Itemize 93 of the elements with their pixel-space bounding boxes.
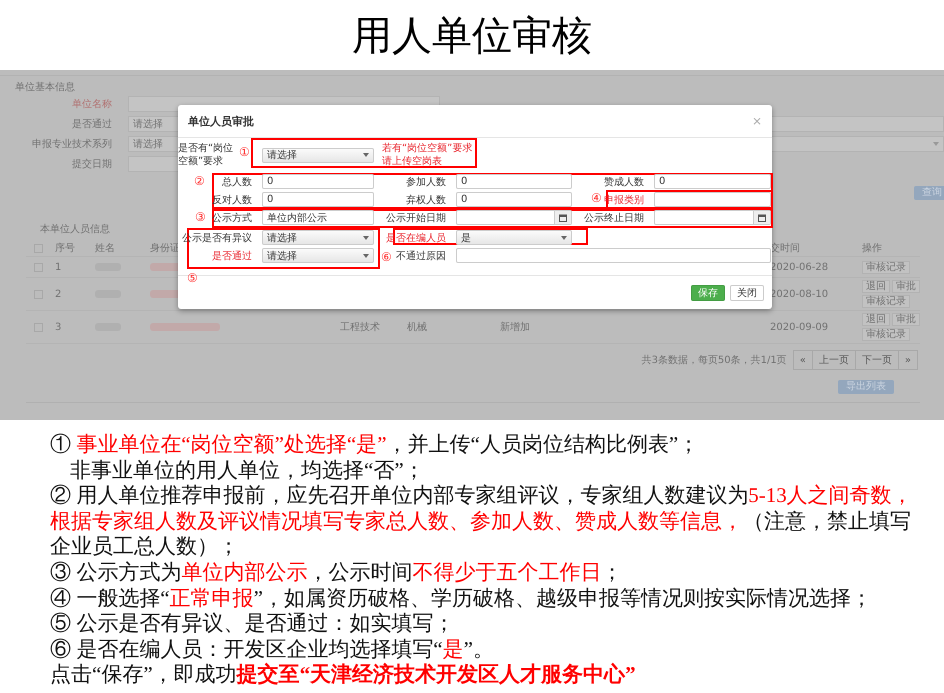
field-label: 弃权人数 — [406, 194, 446, 206]
field-value: 请选择 — [267, 148, 298, 162]
section-title: 单位基本信息 — [15, 80, 75, 94]
instruction-text: ③ 公示方式为单位内部公示，公示时间不得少于五个工作日； — [50, 560, 622, 586]
field-value: 单位内部公示 — [267, 212, 328, 224]
instruction-text: ④ 一般选择“正常申报”，如属资历破格、学历破格、越级申报等情况则按实际情况选择； — [50, 586, 872, 612]
field-value: 请选择 — [267, 250, 298, 262]
caret-icon — [561, 236, 567, 240]
select-field[interactable]: 请选择 — [262, 230, 374, 245]
field-value: 0 — [659, 176, 666, 187]
field-label: 单位名称 — [72, 98, 112, 111]
instruction-text: ⑥ 是否在编人员：开发区企业均选择填写“是”。 — [50, 636, 494, 662]
instruction-text: 根据专家组人数及评议情况填写专家总人数、参加人数、赞成人数等信息，（注意，禁止填写 — [50, 508, 911, 534]
action-button[interactable]: 退回 — [862, 313, 890, 326]
field-label: 是否通过 — [72, 118, 112, 131]
input-field[interactable]: 单位内部公示 — [262, 210, 374, 225]
field-value: 请选择 — [133, 118, 163, 131]
input-field[interactable]: 0 — [262, 174, 374, 189]
calendar-icon[interactable] — [559, 214, 567, 222]
instruction-text: ① 事业单位在“岗位空额”处选择“是”，并上传“人员岗位结构比例表”； — [50, 432, 700, 458]
input-field[interactable] — [654, 192, 771, 207]
table-cell-text: 1 — [55, 262, 62, 272]
instruction-text: 企业员工总人数）； — [50, 534, 239, 560]
column-header: 序号 — [55, 242, 76, 255]
select-field[interactable]: 请选择 — [262, 248, 374, 263]
field-value: 0 — [267, 176, 274, 187]
select-field[interactable]: 是 — [456, 230, 572, 245]
close-button[interactable]: × — [750, 114, 764, 128]
table-cell-text: 工程技术 — [340, 320, 381, 334]
calendar-icon[interactable] — [758, 214, 766, 222]
page-button[interactable]: 上一页 — [812, 351, 856, 369]
table-cell-text: 2 — [55, 288, 62, 300]
table-cell-text: 3 — [55, 322, 62, 332]
close-button[interactable]: 关闭 — [730, 284, 764, 300]
instruction-text: ② 用人单位推荐申报前，应先召开单位内部专家组评议，专家组人数建议为5-13人之间奇数， — [50, 483, 913, 509]
field-value: 0 — [461, 176, 468, 187]
annotation-number: ② — [194, 174, 205, 188]
table-cell-text: 2020-08-10 — [770, 288, 830, 300]
field-label: 公示终止日期 — [584, 212, 644, 224]
caret-icon — [363, 254, 369, 258]
dialog-title: 单位人员审批 — [188, 114, 254, 128]
save-button[interactable]: 保存 — [691, 284, 725, 300]
annotation-number: ③ — [195, 210, 206, 224]
slide-title: 用人单位审核 — [351, 12, 593, 60]
annotation-number: ⑤ — [187, 271, 198, 285]
field-label: 是否有“岗位空额”要求 — [178, 142, 234, 168]
instruction-text: ⑤ 公示是否有异议、是否通过：如实填写； — [50, 611, 454, 637]
table-cell-text: 机械 — [407, 320, 428, 334]
action-button[interactable]: 审核记录 — [862, 295, 910, 308]
field-value: 请选择 — [267, 232, 298, 244]
annotation-number: ④ — [591, 191, 602, 205]
field-label: 提交日期 — [72, 158, 112, 171]
caret-icon — [363, 236, 369, 240]
table-cell-text: 新增加 — [500, 320, 531, 334]
annotation-number: ① — [239, 145, 250, 159]
input-field[interactable] — [456, 248, 771, 263]
action-button[interactable]: 审核记录 — [862, 260, 910, 274]
select-field[interactable]: 请选择 — [262, 148, 374, 162]
field-value: 是 — [461, 232, 472, 244]
date-field[interactable] — [654, 210, 771, 225]
page-button[interactable]: « — [794, 351, 813, 369]
page-button[interactable]: 下一页 — [856, 351, 899, 369]
input-field[interactable]: 0 — [456, 174, 572, 189]
field-value: 0 — [461, 194, 468, 205]
field-label: 是否通过 — [212, 250, 252, 262]
action-button[interactable]: 退回 — [862, 280, 890, 293]
input-field[interactable]: 0 — [456, 192, 572, 207]
input-field[interactable]: 0 — [654, 174, 771, 189]
field-value: 0 — [267, 194, 274, 205]
hint-text: 若有“岗位空额”要求请上传空岗表 — [382, 142, 474, 168]
page-button[interactable]: » — [898, 351, 917, 369]
field-label: 参加人数 — [406, 176, 446, 188]
action-button[interactable]: 审批 — [892, 280, 920, 293]
field-label: 总人数 — [222, 176, 252, 188]
input-field[interactable]: 0 — [262, 192, 374, 207]
date-field[interactable] — [456, 210, 572, 225]
action-button[interactable]: 审批 — [892, 313, 920, 326]
annotation-number: ⑥ — [381, 250, 392, 264]
table-cell-text: 2020-09-09 — [770, 322, 830, 332]
field-label: 赞成人数 — [604, 176, 644, 188]
column-header: 姓名 — [95, 242, 116, 255]
field-label: 申报专业技术系列 — [32, 138, 112, 151]
pagination-summary: 共3条数据，每页50条，共1/1页 — [642, 354, 787, 367]
column-header: 操作 — [862, 242, 883, 255]
field-label: 公示开始日期 — [386, 212, 446, 224]
instruction-text: 非事业单位的用人单位，均选择“否”； — [69, 458, 425, 484]
field-value: 请选择 — [133, 138, 163, 151]
action-button[interactable]: 审核记录 — [862, 328, 910, 341]
instruction-text: 点击“保存”，即成功提交至“天津经济技术开发区人才服务中心” — [50, 662, 636, 688]
field-label: 不通过原因 — [396, 250, 446, 262]
table-title: 本单位人员信息 — [40, 222, 110, 237]
caret-icon — [933, 142, 939, 146]
table-cell-text: 2020-06-28 — [770, 262, 830, 272]
